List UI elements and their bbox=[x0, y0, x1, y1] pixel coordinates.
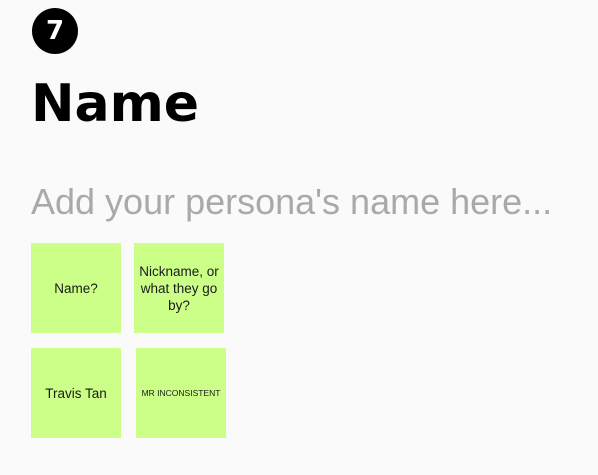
sticky-note-mr-inconsistent[interactable]: MR INCONSISTENT bbox=[136, 348, 226, 438]
sticky-note-travis-tan[interactable]: Travis Tan bbox=[31, 348, 121, 438]
sticky-note-text: Name? bbox=[54, 280, 98, 296]
persona-name-input[interactable] bbox=[31, 178, 591, 226]
step-number-badge: 7 bbox=[32, 8, 78, 54]
sticky-note-text: Travis Tan bbox=[45, 385, 107, 401]
sticky-note-text: MR INCONSISTENT bbox=[141, 387, 221, 398]
sticky-note-name-question[interactable]: Name? bbox=[31, 243, 121, 333]
step-number: 7 bbox=[45, 16, 65, 46]
sticky-note-nickname-question[interactable]: Nickname, or what they go by? bbox=[134, 243, 224, 333]
section-title: Name bbox=[31, 74, 200, 134]
sticky-note-text: Nickname, or what they go by? bbox=[139, 263, 219, 313]
